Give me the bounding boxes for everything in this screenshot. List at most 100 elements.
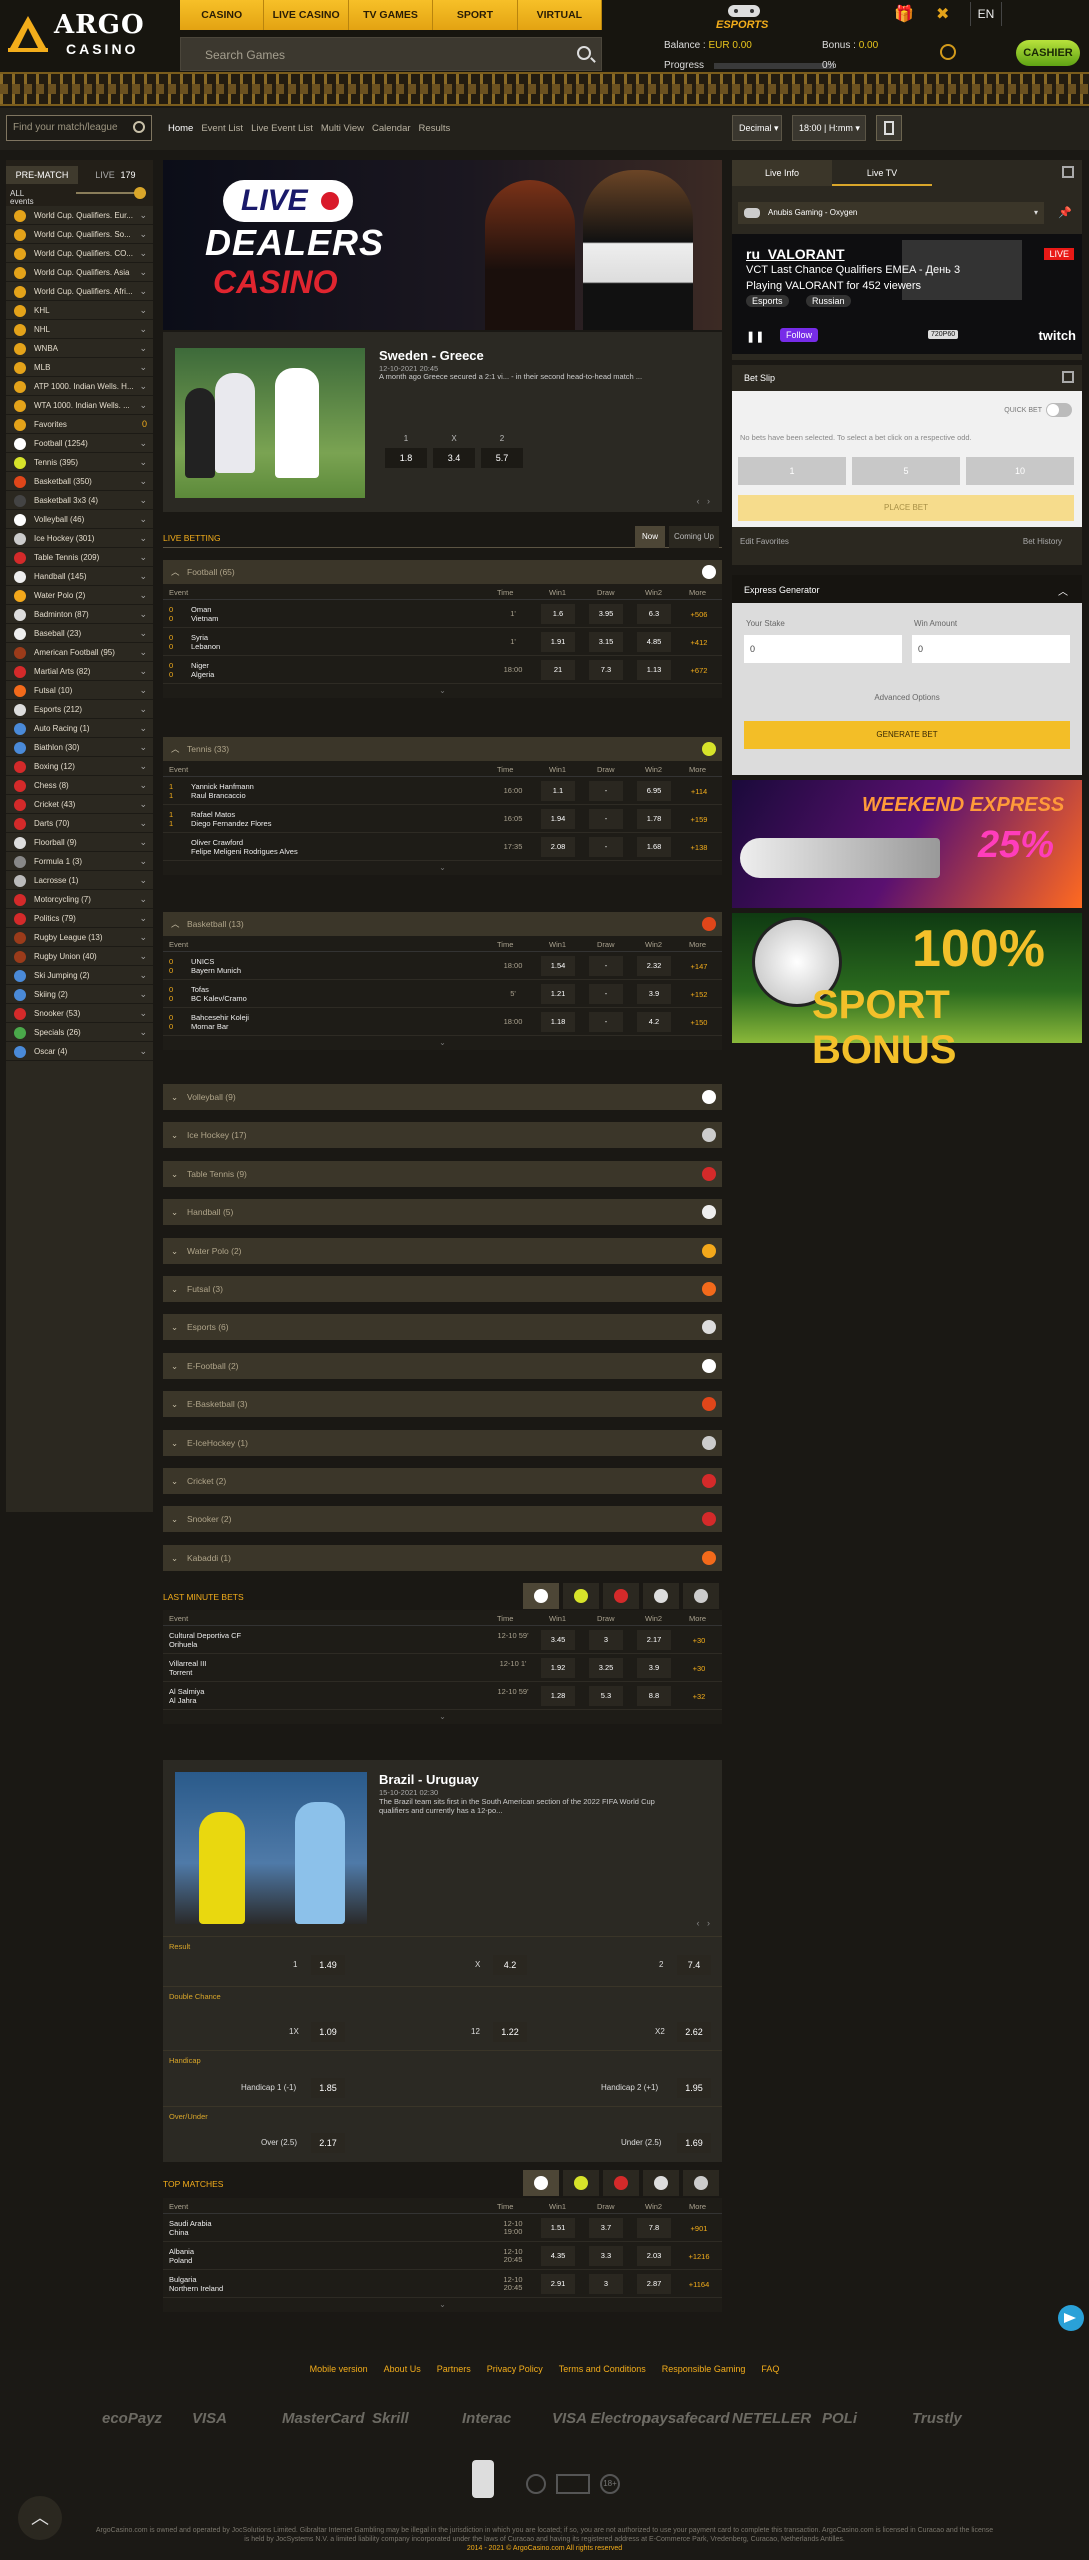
odd-button[interactable]: 8.8 xyxy=(637,1686,671,1706)
odd-button[interactable]: - xyxy=(589,781,623,801)
search-icon[interactable] xyxy=(577,46,591,60)
team-name[interactable]: Oliver Crawford xyxy=(191,838,243,847)
match-row[interactable]: 0 0 Oman Vietnam 1' 1.6 3.95 6.3 +506 xyxy=(163,600,722,628)
curacao-seal[interactable] xyxy=(472,2460,494,2498)
odd-button[interactable]: 1.8 xyxy=(385,448,427,468)
more-markets-link[interactable]: +114 xyxy=(683,787,715,796)
odd-button[interactable]: 2.17 xyxy=(311,2133,345,2153)
chevron-down-icon[interactable]: ⌄ xyxy=(139,966,147,984)
quality-badge[interactable]: 720P60 xyxy=(928,330,959,339)
collapsed-sport-section[interactable]: ⌄ Handball (5) xyxy=(163,1199,722,1226)
chevron-down-icon[interactable]: ⌄ xyxy=(139,719,147,737)
sidebar-item[interactable]: Formula 1 (3) ⌄ xyxy=(6,852,153,871)
expand-icon[interactable] xyxy=(1062,371,1074,383)
more-markets-link[interactable]: +147 xyxy=(683,962,715,971)
odd-button[interactable]: 1.28 xyxy=(541,1686,575,1706)
chevron-down-icon[interactable]: ⌄ xyxy=(139,890,147,908)
chevron-down-icon[interactable]: ⌄ xyxy=(171,1314,178,1340)
more-markets-link[interactable]: +1216 xyxy=(683,2252,715,2261)
odd-button[interactable]: 3.9 xyxy=(637,1658,671,1678)
footer-link[interactable]: FAQ xyxy=(761,2364,779,2374)
odd-button[interactable]: 1.54 xyxy=(541,956,575,976)
odd-button[interactable]: 1.69 xyxy=(677,2133,711,2153)
sidebar-item[interactable]: Badminton (87) ⌄ xyxy=(6,605,153,624)
odd-button[interactable]: 1.49 xyxy=(311,1955,345,1975)
sidebar-item[interactable]: Politics (79) ⌄ xyxy=(6,909,153,928)
rng-icon[interactable] xyxy=(556,2474,590,2494)
win-amount-input[interactable]: 0 xyxy=(912,635,1070,663)
footer-link[interactable]: Partners xyxy=(437,2364,471,2374)
team-name[interactable]: BC Kalev/Cramo xyxy=(191,994,247,1003)
sidebar-item[interactable]: Basketball 3x3 (4) ⌄ xyxy=(6,491,153,510)
chevron-down-icon[interactable]: ⌄ xyxy=(139,1004,147,1022)
tab-live-info[interactable]: Live Info xyxy=(732,160,832,186)
breadcrumb-item[interactable]: Live Event List xyxy=(251,123,313,134)
odd-button[interactable]: 1.6 xyxy=(541,604,575,624)
team-name[interactable]: Rafael Matos xyxy=(191,810,235,819)
sidebar-item[interactable]: Motorcycling (7) ⌄ xyxy=(6,890,153,909)
chevron-up-icon[interactable]: ︿ xyxy=(171,737,180,761)
scroll-to-top-button[interactable]: ︿ xyxy=(18,2496,62,2540)
odd-button[interactable]: 2.87 xyxy=(637,2274,671,2294)
team-name[interactable]: Orihuela xyxy=(169,1640,197,1649)
odd-button[interactable]: - xyxy=(589,956,623,976)
sidebar-item[interactable]: Water Polo (2) ⌄ xyxy=(6,586,153,605)
pause-icon[interactable]: ❚❚ xyxy=(746,330,764,343)
odd-button[interactable]: 6.3 xyxy=(637,604,671,624)
chevron-down-icon[interactable]: ⌄ xyxy=(171,1545,178,1571)
sidebar-item[interactable]: Table Tennis (209) ⌄ xyxy=(6,548,153,567)
ice-hockey-icon[interactable] xyxy=(683,1583,719,1609)
calculator-icon[interactable] xyxy=(876,115,902,141)
expand-chevron-icon[interactable]: ⌄ xyxy=(163,1710,722,1724)
sidebar-item[interactable]: Specials (26) ⌄ xyxy=(6,1023,153,1042)
chevron-down-icon[interactable]: ⌄ xyxy=(139,624,147,642)
collapsed-sport-section[interactable]: ⌄ E-Football (2) xyxy=(163,1352,722,1379)
team-name[interactable]: Raul Brancaccio xyxy=(191,791,246,800)
team-name[interactable]: Lebanon xyxy=(191,642,220,651)
team-name[interactable]: Felipe Meligeni Rodrigues Alves xyxy=(191,847,298,856)
advanced-options-toggle[interactable]: Advanced Options xyxy=(732,693,1082,702)
footer-link[interactable]: About Us xyxy=(384,2364,421,2374)
chevron-down-icon[interactable]: ⌄ xyxy=(139,358,147,376)
odd-button[interactable]: 4.35 xyxy=(541,2246,575,2266)
football-icon[interactable] xyxy=(523,2170,559,2196)
more-markets-link[interactable]: +152 xyxy=(683,990,715,999)
chevron-down-icon[interactable]: ⌄ xyxy=(139,776,147,794)
stream-channel[interactable]: ru_VALORANT xyxy=(746,246,845,262)
odd-button[interactable]: 2.91 xyxy=(541,2274,575,2294)
chevron-up-icon[interactable]: ︿ xyxy=(171,912,180,936)
collapsed-sport-section[interactable]: ⌄ Water Polo (2) xyxy=(163,1237,722,1264)
collapsed-sport-section[interactable]: ⌄ Kabaddi (1) xyxy=(163,1544,722,1571)
odd-button[interactable]: 2.08 xyxy=(541,837,575,857)
chevron-down-icon[interactable]: ⌄ xyxy=(139,225,147,243)
team-name[interactable]: Diego Fernandez Flores xyxy=(191,819,271,828)
odd-button[interactable]: - xyxy=(589,1012,623,1032)
team-name[interactable]: China xyxy=(169,2228,189,2237)
odd-button[interactable]: 3.15 xyxy=(589,632,623,652)
more-markets-link[interactable]: +138 xyxy=(683,843,715,852)
odd-button[interactable]: 1.94 xyxy=(541,809,575,829)
chevron-down-icon[interactable]: ⌄ xyxy=(139,586,147,604)
chevron-down-icon[interactable]: ⌄ xyxy=(139,605,147,623)
tab-live-tv[interactable]: Live TV xyxy=(832,160,932,186)
chevron-down-icon[interactable]: ⌄ xyxy=(139,377,147,395)
quick-amount-button[interactable]: 5 xyxy=(852,457,960,485)
chevron-down-icon[interactable]: ⌄ xyxy=(139,396,147,414)
odd-button[interactable]: 4.2 xyxy=(637,1012,671,1032)
more-markets-link[interactable]: +150 xyxy=(683,1018,715,1027)
odd-button[interactable]: 1.95 xyxy=(677,2078,711,2098)
quick-amount-button[interactable]: 10 xyxy=(966,457,1074,485)
footer-link[interactable]: Responsible Gaming xyxy=(662,2364,746,2374)
chevron-down-icon[interactable]: ⌄ xyxy=(171,1199,178,1225)
sidebar-item[interactable]: Cricket (43) ⌄ xyxy=(6,795,153,814)
sidebar-item[interactable]: American Football (95) ⌄ xyxy=(6,643,153,662)
expand-chevron-icon[interactable]: ⌄ xyxy=(163,2298,722,2312)
odd-button[interactable]: 3.95 xyxy=(589,604,623,624)
quick-bet-toggle[interactable] xyxy=(1046,403,1072,417)
team-name[interactable]: Bulgaria xyxy=(169,2275,197,2284)
odd-button[interactable]: - xyxy=(589,984,623,1004)
nav-item[interactable]: CASINO xyxy=(180,0,265,30)
sidebar-item[interactable]: Esports (212) ⌄ xyxy=(6,700,153,719)
odd-button[interactable]: 3 xyxy=(589,1630,623,1650)
chevron-down-icon[interactable]: ⌄ xyxy=(139,757,147,775)
